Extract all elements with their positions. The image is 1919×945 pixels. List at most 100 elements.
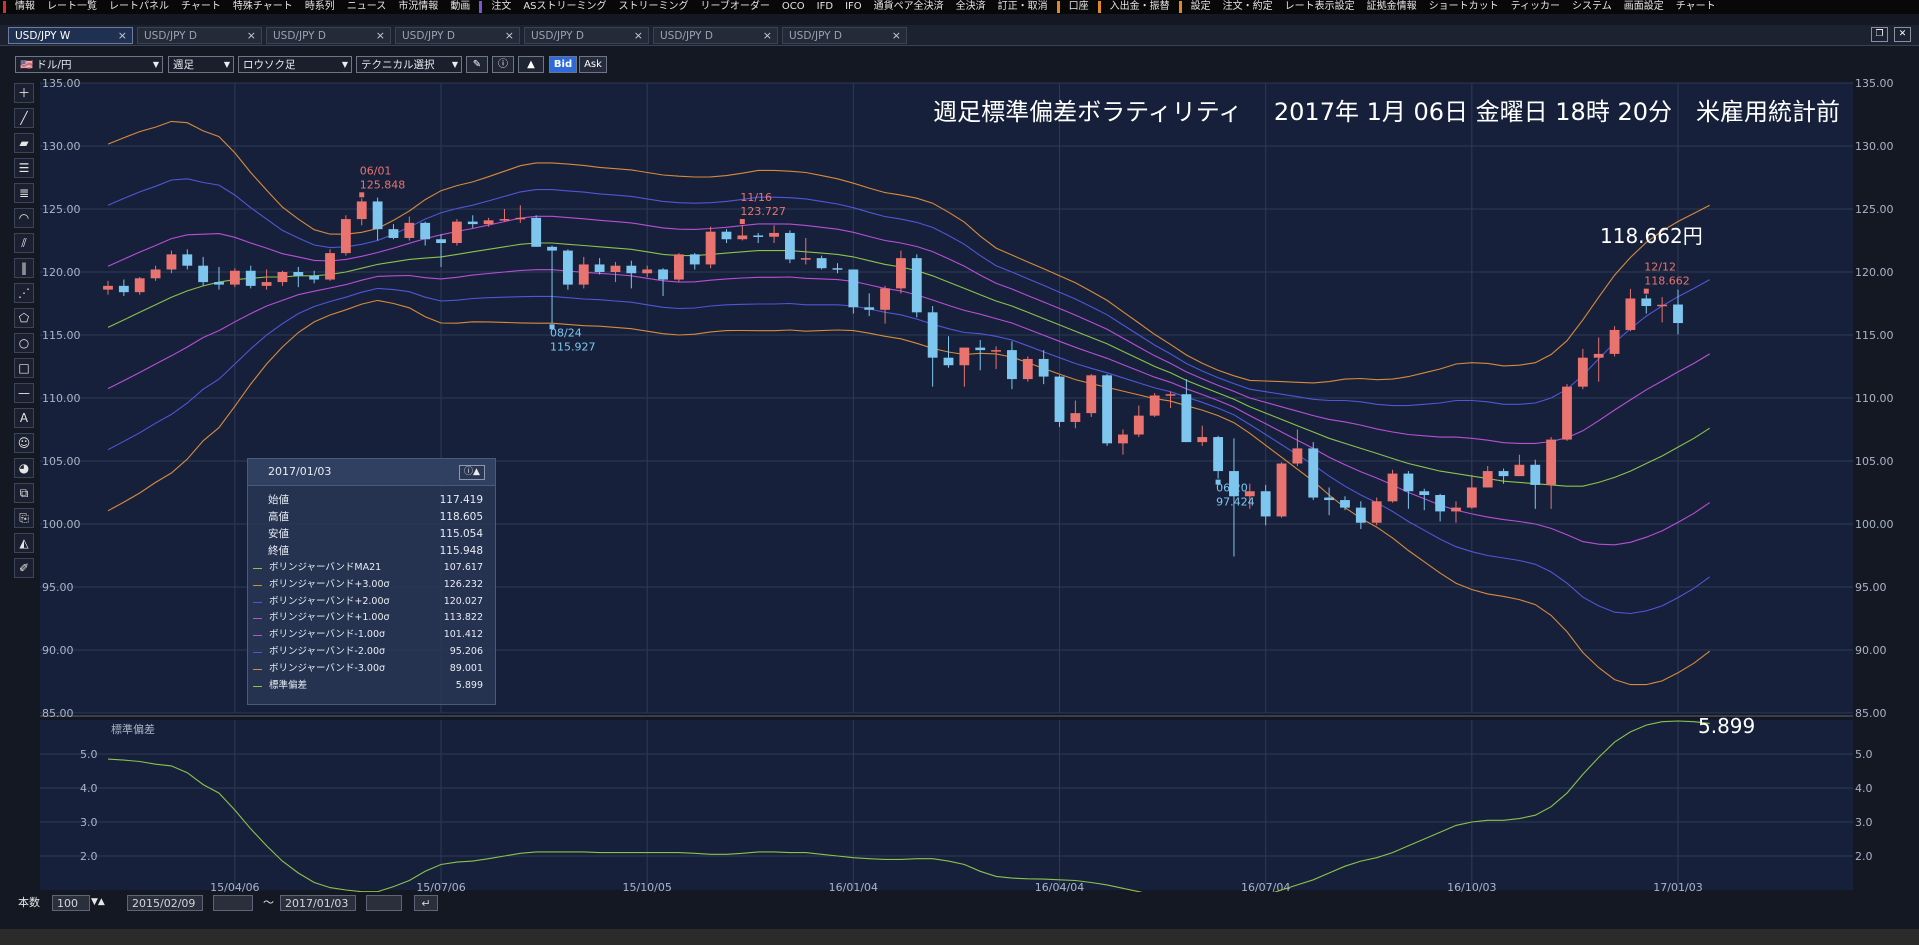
candle-body	[118, 285, 129, 293]
indicator-row: ボリンジャーバンド-2.00σ 95.206	[248, 644, 495, 661]
extreme-value-label: 97.424	[1216, 496, 1255, 509]
to-time-input[interactable]	[366, 895, 402, 911]
candle-body	[1181, 394, 1192, 443]
apply-range-button[interactable]: ↵	[414, 895, 438, 911]
ohlc-row: 高値 118.605	[248, 509, 495, 526]
candle-body	[388, 229, 399, 238]
y-tick-label-right: 90.00	[1855, 644, 1887, 657]
extreme-date-label: 11/16	[740, 191, 772, 204]
ohlc-value: 115.054	[439, 528, 483, 540]
candle-body	[753, 235, 764, 237]
candle-body	[103, 285, 113, 290]
candle-body	[943, 357, 954, 366]
candle-body	[991, 350, 1001, 352]
candle-body	[293, 272, 304, 276]
candle-body	[1673, 304, 1683, 324]
candle-body	[372, 201, 383, 230]
candle	[1102, 374, 1113, 446]
candle	[340, 215, 351, 256]
candle-body	[134, 278, 145, 293]
indicator-value: 126.232	[443, 578, 483, 590]
indicator-name: ボリンジャーバンド+2.00σ	[269, 595, 390, 607]
from-time-input[interactable]	[213, 895, 253, 911]
candle	[531, 215, 542, 247]
candle	[1371, 497, 1382, 526]
sub-y-tick-right: 3.0	[1855, 816, 1873, 829]
candle-body	[959, 347, 970, 366]
ohlc-row: 安値 115.054	[248, 526, 495, 543]
std-dev-annotation: 5.899	[1698, 714, 1755, 738]
y-tick-label-right: 120.00	[1855, 266, 1894, 279]
candle	[229, 268, 240, 288]
legend-swatch	[253, 568, 262, 569]
candle-body	[880, 288, 890, 310]
candle-body	[1038, 358, 1049, 377]
data-window: 2017/01/03 ⓘ▲ 始値 117.419 高値 118.605 安値 115.05…	[247, 458, 496, 705]
candle-body	[911, 258, 922, 313]
data-window-toggle-icon[interactable]: ⓘ▲	[459, 465, 485, 480]
candle-body	[1657, 304, 1668, 307]
candle-body	[277, 272, 288, 283]
y-tick-label-right: 130.00	[1855, 140, 1894, 153]
indicator-name: 標準偏差	[269, 679, 308, 691]
candle-body	[150, 269, 161, 279]
candle-body	[1387, 473, 1398, 502]
candle-body	[531, 217, 542, 247]
indicator-row: 標準偏差 5.899	[248, 678, 495, 695]
indicator-row: ボリンジャーバンド-3.00σ 89.001	[248, 661, 495, 678]
price-annotation: 118.662円	[1600, 224, 1703, 248]
indicator-value: 113.822	[443, 612, 483, 624]
candle-body	[1593, 353, 1604, 358]
candle-body	[1133, 415, 1144, 435]
legend-swatch	[253, 584, 262, 586]
sub-y-tick-right: 5.0	[1855, 748, 1873, 761]
y-tick-label-left: 120.00	[42, 266, 81, 279]
candle	[1609, 326, 1620, 357]
candle	[325, 249, 335, 281]
sub-y-tick-left: 3.0	[80, 816, 98, 829]
count-spinner-icon[interactable]: ▼▲	[91, 895, 105, 911]
y-tick-label-left: 95.00	[42, 581, 74, 594]
legend-swatch	[253, 668, 262, 670]
candle-body	[1451, 507, 1461, 512]
candle-body	[1562, 386, 1572, 440]
candle	[705, 226, 716, 269]
candle-body	[1435, 495, 1446, 512]
candle-body	[1054, 376, 1065, 422]
count-input[interactable]: 100	[52, 895, 90, 911]
candle-body	[1292, 448, 1303, 464]
candle-body	[356, 201, 367, 220]
candle-body	[499, 219, 510, 221]
candle	[1022, 356, 1033, 382]
indicator-value: 5.899	[455, 679, 483, 691]
candle-body	[1514, 464, 1525, 477]
y-tick-label-right: 115.00	[1855, 329, 1894, 342]
indicator-row: ボリンジャーバンド+1.00σ 113.822	[248, 610, 495, 627]
ohlc-label: 終値	[268, 545, 289, 557]
chart-title: 週足標準偏差ボラティリティ 2017年 1月 06日 金曜日 18時 20分 米…	[933, 98, 1840, 126]
candle-body	[1482, 471, 1493, 488]
extreme-marker	[1643, 288, 1649, 294]
y-tick-label-left: 85.00	[42, 707, 74, 720]
indicator-name: ボリンジャーバンド+1.00σ	[269, 612, 390, 624]
indicator-value: 95.206	[449, 645, 483, 657]
candle	[1387, 469, 1398, 503]
from-date-input[interactable]: 2015/02/09	[127, 895, 203, 911]
candle-body	[483, 220, 494, 225]
candle-body	[1609, 329, 1620, 354]
candle-body	[864, 307, 875, 310]
range-bar: 本数 100 ▼▲ 2015/02/09 ～ 2017/01/03 ↵	[0, 892, 1919, 914]
candle-body	[325, 253, 335, 280]
sub-y-tick-right: 4.0	[1855, 782, 1873, 795]
extreme-value-label: 125.848	[360, 178, 406, 191]
ohlc-value: 117.419	[439, 494, 483, 506]
candle-body	[1641, 298, 1652, 307]
candle-body	[1324, 497, 1335, 501]
candle	[1562, 384, 1572, 441]
y-tick-label-left: 100.00	[42, 518, 81, 531]
to-date-input[interactable]: 2017/01/03	[280, 895, 356, 911]
candle-body	[816, 258, 827, 269]
sub-y-tick-left: 4.0	[80, 782, 98, 795]
candle-body	[1165, 394, 1176, 396]
candle-body	[1118, 434, 1128, 444]
